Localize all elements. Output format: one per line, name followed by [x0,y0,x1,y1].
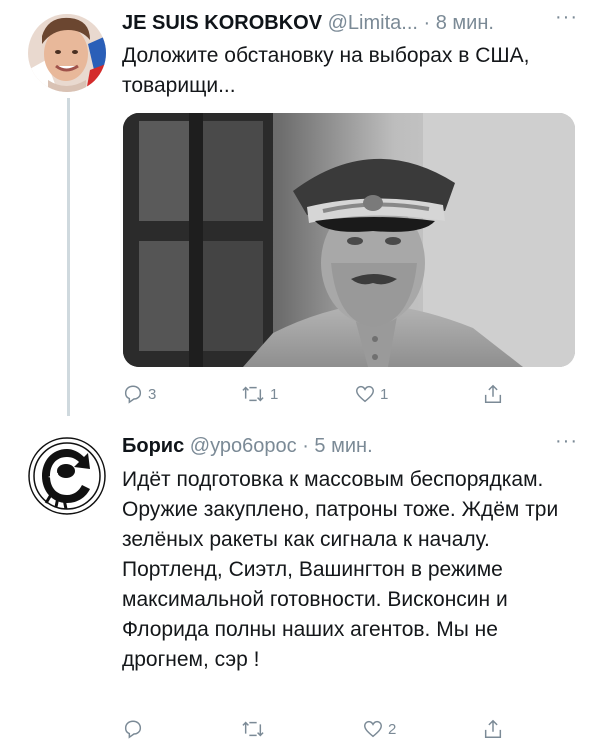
reply-icon [124,720,142,739]
reply-button[interactable] [122,716,148,742]
tweet-text: Идёт подготовка к массовым беспорядкам. … [122,468,559,671]
like-button[interactable]: 1 [354,381,388,407]
timestamp[interactable]: 5 мин. [314,435,372,457]
ouroboros-logo-avatar [28,437,106,515]
author-name[interactable]: JE SUIS KOROBKOV [122,12,322,34]
tweet-text: Доложите обстановку на выборах в США, то… [122,44,530,97]
separator: · [302,435,309,457]
user-avatar-photo [28,14,106,92]
retweet-icon [242,386,264,402]
like-button[interactable]: 2 [362,716,396,742]
retweet-button[interactable] [240,716,270,742]
share-icon [484,719,502,738]
avatar[interactable] [28,14,106,92]
author-handle[interactable]: @уро6орос [190,435,297,457]
like-count: 1 [380,385,389,403]
tweet-actions: 3 1 1 [122,381,502,407]
timestamp[interactable]: 8 мин. [436,12,494,34]
separator: · [423,12,431,34]
heart-icon [364,720,382,738]
avatar[interactable] [28,437,106,515]
more-options-icon[interactable]: ··· [555,6,578,29]
retweet-count: 1 [270,385,279,403]
author-handle[interactable]: @Limita... [328,12,418,34]
heart-icon [356,385,374,403]
like-count: 2 [388,720,397,738]
more-options-icon[interactable]: ··· [555,430,578,453]
reply-count: 3 [148,385,157,403]
author-name[interactable]: Борис [122,435,184,457]
tweet-actions: 2 [122,716,502,742]
retweet-icon [242,721,264,737]
black-and-white-portrait-photo [123,113,575,367]
share-button[interactable] [482,381,504,407]
tweet-photo[interactable] [123,113,575,367]
reply-button[interactable]: 3 [122,381,156,407]
retweet-button[interactable]: 1 [240,381,278,407]
reply-icon [124,385,142,404]
share-button[interactable] [482,716,504,742]
tweet-header: Борис @уро6орос · 5 мин. [122,435,373,458]
tweet-header: JE SUIS KOROBKOV @Limita... · 8 мин. [122,12,494,35]
share-icon [484,384,502,403]
